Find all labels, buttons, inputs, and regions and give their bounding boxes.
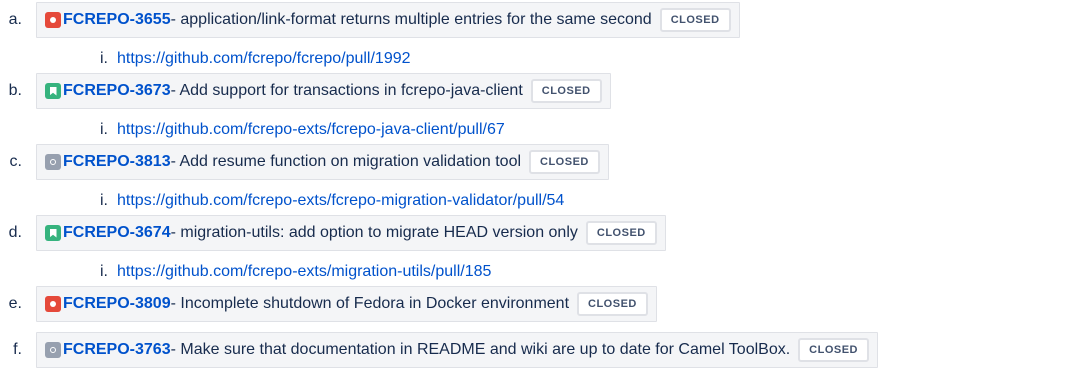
jira-issue-macro[interactable]: FCREPO-3673 - Add support for transactio…	[36, 73, 611, 109]
sub-list-marker: i.	[100, 263, 108, 280]
story-icon	[45, 225, 61, 241]
status-badge: CLOSED	[529, 150, 600, 174]
status-badge: CLOSED	[530, 79, 602, 103]
story-icon	[45, 83, 61, 99]
issue-key-link[interactable]: FCREPO-3673	[63, 82, 171, 100]
issue-key-link[interactable]: FCREPO-3674	[63, 224, 171, 242]
list-marker: c.	[9, 153, 22, 170]
pull-request-link[interactable]: https://github.com/fcrepo-exts/fcrepo-mi…	[117, 192, 564, 210]
issue-summary: - application/link-format returns multip…	[170, 11, 652, 28]
pull-request-link[interactable]: https://github.com/fcrepo/fcrepo/pull/19…	[117, 50, 411, 68]
pull-request-link[interactable]: https://github.com/fcrepo-exts/fcrepo-ja…	[117, 121, 505, 139]
list-marker: b.	[8, 82, 22, 99]
task-icon	[45, 154, 61, 170]
pull-request-link[interactable]: https://github.com/fcrepo-exts/migration…	[117, 263, 491, 281]
issue-summary: - Add support for transactions in fcrepo…	[170, 82, 523, 99]
issue-summary: - migration-utils: add option to migrate…	[170, 224, 578, 241]
status-badge: CLOSED	[798, 338, 869, 362]
jira-issue-macro[interactable]: FCREPO-3809 - Incomplete shutdown of Fed…	[36, 286, 657, 322]
issue-summary: - Incomplete shutdown of Fedora in Docke…	[170, 295, 570, 312]
issue-key-link[interactable]: FCREPO-3813	[63, 153, 171, 171]
issue-summary: - Add resume function on migration valid…	[170, 153, 522, 170]
list-marker: e.	[8, 295, 22, 312]
issue-key-link[interactable]: FCREPO-3763	[63, 341, 171, 359]
issue-key-link[interactable]: FCREPO-3655	[63, 11, 171, 29]
list-marker: d.	[8, 224, 22, 241]
jira-issue-macro[interactable]: FCREPO-3655 - application/link-format re…	[36, 2, 740, 38]
issue-key-link[interactable]: FCREPO-3809	[63, 295, 171, 313]
task-icon	[45, 342, 61, 358]
bug-icon	[45, 12, 61, 28]
status-badge: CLOSED	[659, 8, 731, 32]
list-marker: f.	[13, 341, 22, 358]
sub-list-marker: i.	[100, 121, 108, 138]
issue-summary: - Make sure that documentation in README…	[170, 341, 791, 358]
bug-icon	[45, 296, 61, 312]
status-badge: CLOSED	[577, 292, 648, 316]
jira-issue-macro[interactable]: FCREPO-3674 - migration-utils: add optio…	[36, 215, 666, 251]
jira-issue-macro[interactable]: FCREPO-3763 - Make sure that documentati…	[36, 332, 878, 368]
sub-list-marker: i.	[100, 50, 108, 67]
list-marker: a.	[8, 11, 22, 28]
jira-issue-macro[interactable]: FCREPO-3813 - Add resume function on mig…	[36, 144, 609, 180]
sub-list-marker: i.	[100, 192, 108, 209]
status-badge: CLOSED	[585, 221, 657, 245]
